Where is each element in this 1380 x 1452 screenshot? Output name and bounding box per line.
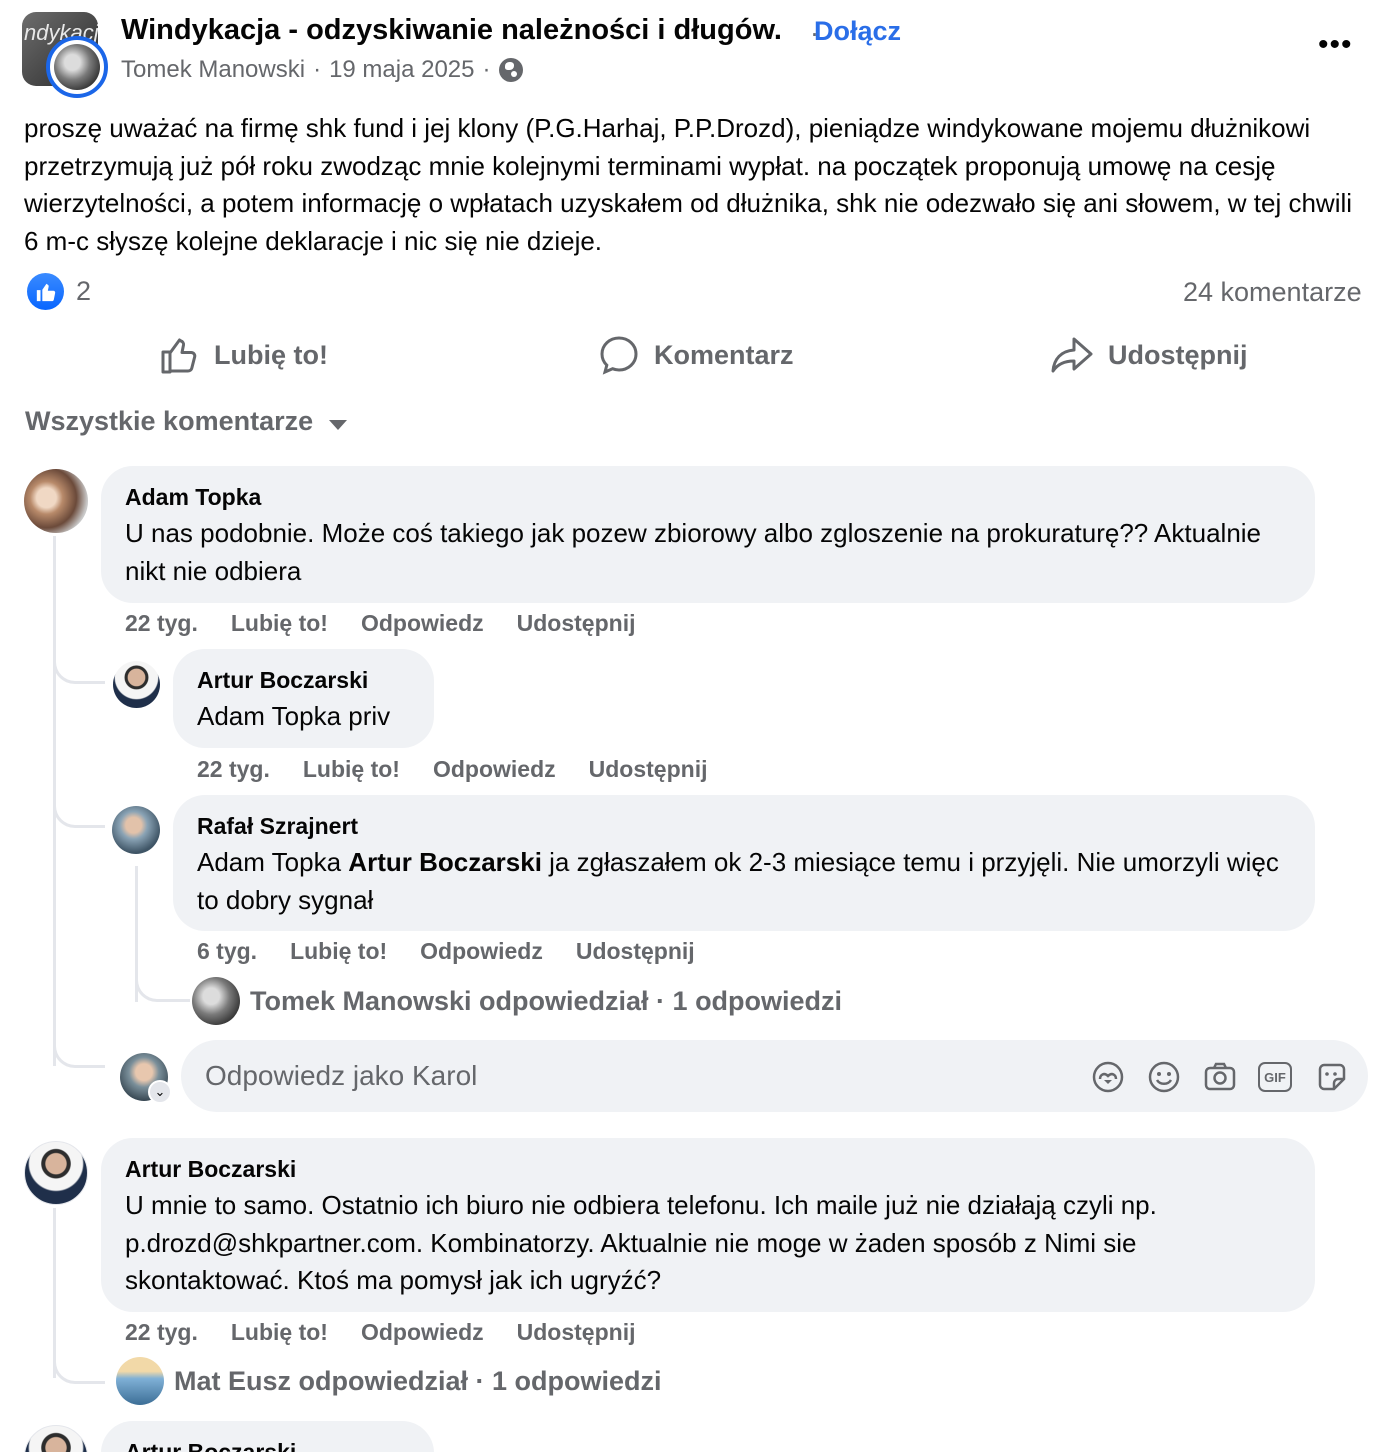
comment-reply-button[interactable]: Odpowiedz	[420, 938, 543, 965]
comment-actions: 22 tyg. Lubię to! Odpowiedz Udostępnij	[125, 610, 635, 637]
gif-icon[interactable]: GIF	[1258, 1062, 1292, 1092]
avatar-sticker-icon[interactable]	[1090, 1059, 1126, 1095]
comment-share-button[interactable]: Udostępnij	[576, 938, 695, 965]
comment-like-button[interactable]: Lubię to!	[231, 1319, 328, 1346]
commenter-name[interactable]: Rafał Szrajnert	[197, 813, 1291, 840]
camera-icon[interactable]	[1202, 1059, 1238, 1095]
commenter-avatar[interactable]	[24, 1425, 88, 1452]
thread-connector	[53, 640, 105, 684]
post-meta: Tomek Manowski · 19 maja 2025 ·	[121, 56, 523, 84]
view-replies-link[interactable]: Tomek Manowski odpowiedział · 1 odpowied…	[192, 977, 842, 1025]
commenter-name[interactable]: Artur Boczarski	[125, 1439, 410, 1452]
caret-down-icon	[329, 419, 348, 430]
comment-bubble: Artur Boczarski Adam Topka priv	[173, 649, 434, 748]
comment-text: U mnie to samo. Ostatnio ich biuro nie o…	[125, 1190, 1157, 1295]
comment-text: U nas podobnie. Może coś takiego jak poz…	[125, 518, 1262, 586]
chevron-down-icon[interactable]: ⌄	[148, 1080, 172, 1104]
comment-like-button[interactable]: Lubię to!	[231, 610, 328, 637]
comment-bubble: Artur Boczarski U mnie to samo. Ostatnio…	[101, 1138, 1315, 1312]
commenter-name[interactable]: Adam Topka	[125, 484, 1291, 511]
mention[interactable]: Artur Boczarski	[348, 847, 542, 877]
replier-avatar	[192, 977, 240, 1025]
group-title[interactable]: Windykacja - odzyskiwanie należności i d…	[121, 14, 782, 47]
post-date[interactable]: 19 maja 2025	[329, 56, 474, 84]
comment-sort-dropdown[interactable]: Wszystkie komentarze	[25, 406, 348, 437]
join-group-link[interactable]: Dołącz	[814, 16, 901, 47]
comment-time[interactable]: 22 tyg.	[125, 1319, 198, 1346]
comment-icon	[600, 336, 638, 375]
like-reaction-icon[interactable]	[27, 273, 64, 310]
thumbs-up-icon	[161, 338, 197, 374]
more-options-button[interactable]: •••	[1318, 28, 1353, 62]
comment-reply-button[interactable]: Odpowiedz	[361, 610, 484, 637]
replier-avatar	[116, 1357, 164, 1405]
share-icon	[1051, 337, 1093, 373]
comment-share-button[interactable]: Udostępnij	[517, 1319, 636, 1346]
globe-icon	[498, 58, 523, 82]
comment-count[interactable]: 24 komentarze	[1183, 277, 1362, 308]
comment-label: Komentarz	[654, 339, 794, 370]
comment-like-button[interactable]: Lubię to!	[303, 756, 400, 783]
comment-text: Adam Topka priv	[197, 701, 391, 731]
thread-connector	[135, 960, 190, 1002]
commenter-avatar[interactable]	[112, 806, 160, 854]
comment-bubble: Adam Topka U nas podobnie. Może coś taki…	[101, 466, 1315, 603]
replies-summary: Mat Eusz odpowiedział · 1 odpowiedzi	[174, 1365, 662, 1396]
commenter-avatar[interactable]	[24, 469, 88, 533]
author-avatar[interactable]	[46, 36, 108, 98]
comment-time[interactable]: 22 tyg.	[125, 610, 198, 637]
comment-reply-button[interactable]: Odpowiedz	[361, 1319, 484, 1346]
replies-summary: Tomek Manowski odpowiedział · 1 odpowied…	[250, 985, 843, 1016]
emoji-icon[interactable]	[1146, 1059, 1182, 1095]
commenter-avatar[interactable]	[24, 1141, 88, 1205]
comment-actions: 6 tyg. Lubię to! Odpowiedz Udostępnij	[197, 938, 695, 965]
comment-bubble: Artur Boczarski	[101, 1421, 434, 1452]
comment-like-button[interactable]: Lubię to!	[290, 938, 387, 965]
like-count[interactable]: 2	[76, 276, 91, 307]
comment-share-button[interactable]: Udostępnij	[589, 756, 708, 783]
comment-text: Adam Topka Artur Boczarski ja zgłaszałem…	[197, 847, 1279, 915]
comment-actions: 22 tyg. Lubię to! Odpowiedz Udostępnij	[197, 756, 707, 783]
sort-label: Wszystkie komentarze	[25, 406, 314, 436]
thread-connector	[53, 784, 105, 828]
comment-actions: 22 tyg. Lubię to! Odpowiedz Udostępnij	[125, 1319, 635, 1346]
reply-placeholder: Odpowiedz jako Karol	[205, 1060, 478, 1091]
post-author[interactable]: Tomek Manowski	[121, 56, 305, 84]
share-label: Udostępnij	[1108, 339, 1248, 370]
commenter-avatar[interactable]	[113, 661, 160, 708]
like-label: Lubię to!	[214, 339, 328, 370]
comment-time[interactable]: 22 tyg.	[197, 756, 270, 783]
thread-connector	[53, 1024, 105, 1068]
comment-reply-button[interactable]: Odpowiedz	[433, 756, 556, 783]
like-button[interactable]: Lubię to!	[160, 330, 328, 380]
view-replies-link[interactable]: Mat Eusz odpowiedział · 1 odpowiedzi	[116, 1357, 662, 1405]
share-button[interactable]: Udostępnij	[1050, 330, 1248, 380]
thread-connector	[53, 1340, 105, 1384]
post-body: proszę uważać na firmę shk fund i jej kl…	[24, 113, 1353, 256]
comment-time[interactable]: 6 tyg.	[197, 938, 257, 965]
commenter-name[interactable]: Artur Boczarski	[197, 667, 410, 694]
sticker-icon[interactable]	[1314, 1059, 1350, 1095]
comment-button[interactable]: Komentarz	[598, 330, 794, 380]
commenter-name[interactable]: Artur Boczarski	[125, 1156, 1291, 1183]
mention[interactable]: Adam Topka	[197, 847, 341, 877]
comment-share-button[interactable]: Udostępnij	[517, 610, 636, 637]
comment-bubble: Rafał Szrajnert Adam Topka Artur Boczars…	[173, 795, 1315, 931]
